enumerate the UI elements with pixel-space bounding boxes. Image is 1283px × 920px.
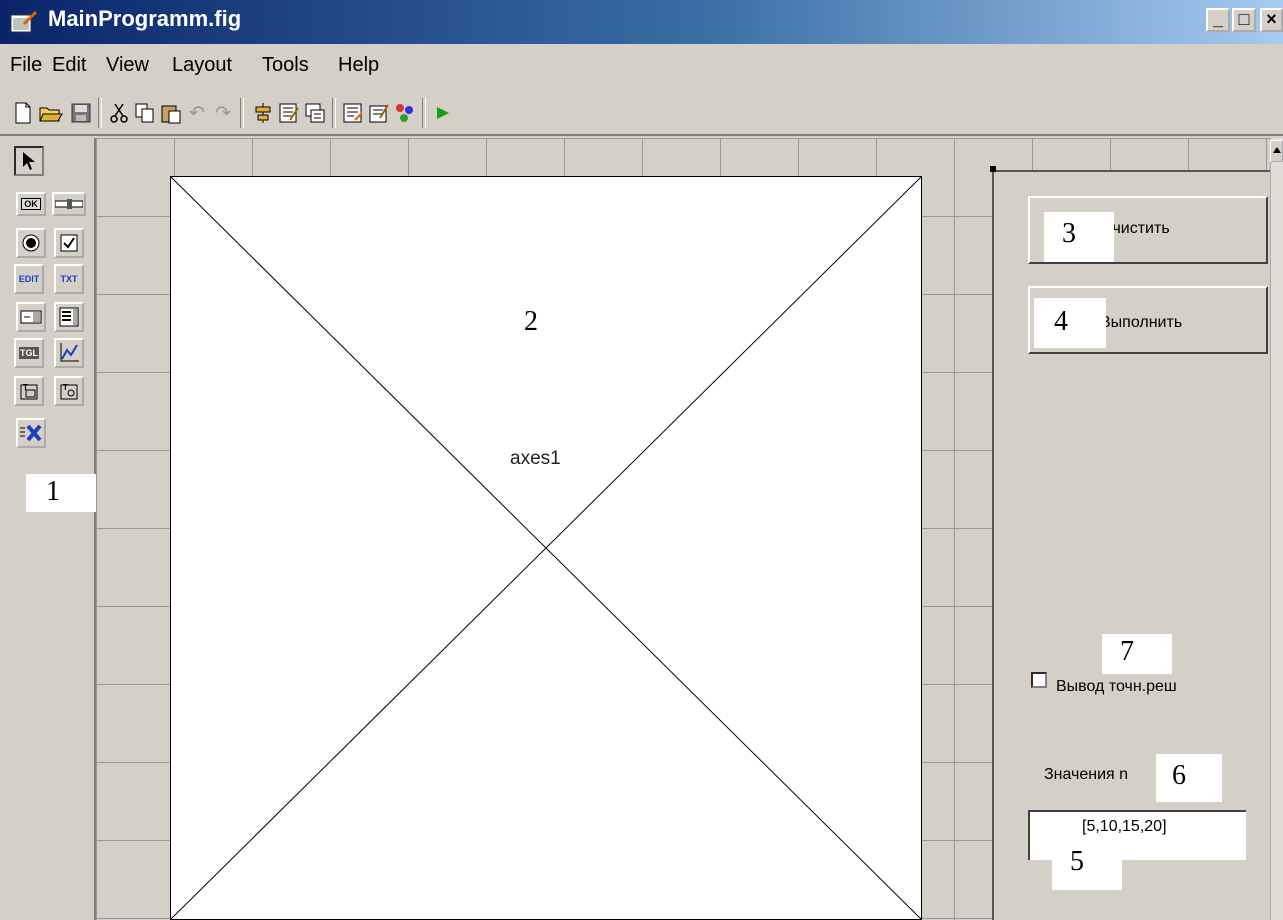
callout-2: 2 xyxy=(524,306,538,337)
callout-6: 6 xyxy=(1172,760,1186,791)
radio-button-tool[interactable] xyxy=(16,228,46,258)
menu-help[interactable]: Help xyxy=(338,54,379,77)
callout-4-box xyxy=(1034,298,1106,348)
redo-icon[interactable]: ↷ xyxy=(210,100,236,126)
panel-tool[interactable]: T xyxy=(14,376,44,406)
exact-solution-checkbox[interactable] xyxy=(1031,672,1047,688)
menu-layout[interactable]: Layout xyxy=(172,54,232,77)
save-icon[interactable] xyxy=(68,100,94,126)
tab-order-icon[interactable] xyxy=(302,100,328,126)
menu-edit[interactable]: Edit xyxy=(52,54,86,77)
axes-tool[interactable] xyxy=(54,338,84,368)
toggle-button-tool-label: TGL xyxy=(19,347,39,359)
object-browser-icon[interactable] xyxy=(392,100,418,126)
toggle-button-tool[interactable]: TGL xyxy=(14,338,44,368)
copy-icon[interactable] xyxy=(132,100,158,126)
cut-icon[interactable] xyxy=(106,100,132,126)
menu-editor-icon[interactable] xyxy=(366,100,392,126)
paste-icon[interactable] xyxy=(158,100,184,126)
callout-1-box xyxy=(26,474,96,512)
axes-label: axes1 xyxy=(510,448,561,469)
vertical-scrollbar[interactable] xyxy=(1270,138,1283,920)
callout-6-box xyxy=(1156,754,1222,802)
push-button-tool-label: OK xyxy=(21,198,41,210)
controls-panel xyxy=(992,170,1283,920)
open-folder-icon[interactable] xyxy=(38,100,64,126)
app-icon xyxy=(10,10,38,34)
callout-7-box xyxy=(1102,634,1172,674)
callout-5-box xyxy=(1052,846,1122,890)
push-button-tool[interactable]: OK xyxy=(16,192,46,216)
static-text-tool[interactable]: TXT xyxy=(54,264,84,294)
activex-control-tool[interactable] xyxy=(16,418,46,448)
undo-icon[interactable]: ↶ xyxy=(184,100,210,126)
menu-file[interactable]: File xyxy=(10,54,42,77)
select-arrow-tool[interactable] xyxy=(14,146,44,176)
exact-solution-label: Вывод точн.реш xyxy=(1056,678,1177,695)
listbox-tool[interactable] xyxy=(54,302,84,332)
window-title: MainProgramm.fig xyxy=(48,6,242,31)
close-button[interactable]: × xyxy=(1260,8,1283,32)
mfile-editor-icon[interactable] xyxy=(340,100,366,126)
checkbox-tool[interactable] xyxy=(54,228,84,258)
align-icon[interactable] xyxy=(250,100,276,126)
maximize-button[interactable]: □ xyxy=(1232,8,1256,32)
callout-3: 3 xyxy=(1062,218,1076,249)
toolbar-separator xyxy=(240,98,244,128)
property-inspector-icon[interactable] xyxy=(276,100,302,126)
popup-menu-tool[interactable] xyxy=(16,302,46,332)
new-file-icon[interactable] xyxy=(10,100,36,126)
run-button-label: Выполнить xyxy=(1100,314,1183,331)
callout-3-box xyxy=(1044,212,1114,262)
menu-tools[interactable]: Tools xyxy=(262,54,309,77)
callout-7: 7 xyxy=(1120,636,1134,667)
callout-4: 4 xyxy=(1054,306,1068,337)
button-group-tool[interactable]: T xyxy=(54,376,84,406)
menu-view[interactable]: View xyxy=(106,54,149,77)
svg-text:T: T xyxy=(63,383,68,392)
toolbar-separator xyxy=(98,98,102,128)
run-icon[interactable] xyxy=(430,100,456,126)
n-values-input-text: [5,10,15,20] xyxy=(1082,818,1167,835)
slider-tool[interactable] xyxy=(52,192,86,216)
minimize-button[interactable]: _ xyxy=(1206,8,1230,32)
scroll-up-arrow[interactable] xyxy=(1270,140,1283,162)
n-values-label: Значения n xyxy=(1044,766,1129,783)
edit-text-tool[interactable]: EDIT xyxy=(14,264,44,294)
axes1[interactable] xyxy=(170,176,922,920)
selection-handle xyxy=(990,166,996,172)
toolbar-separator xyxy=(332,98,336,128)
callout-5: 5 xyxy=(1070,846,1084,877)
callout-1: 1 xyxy=(46,476,60,507)
toolbar-separator xyxy=(422,98,426,128)
